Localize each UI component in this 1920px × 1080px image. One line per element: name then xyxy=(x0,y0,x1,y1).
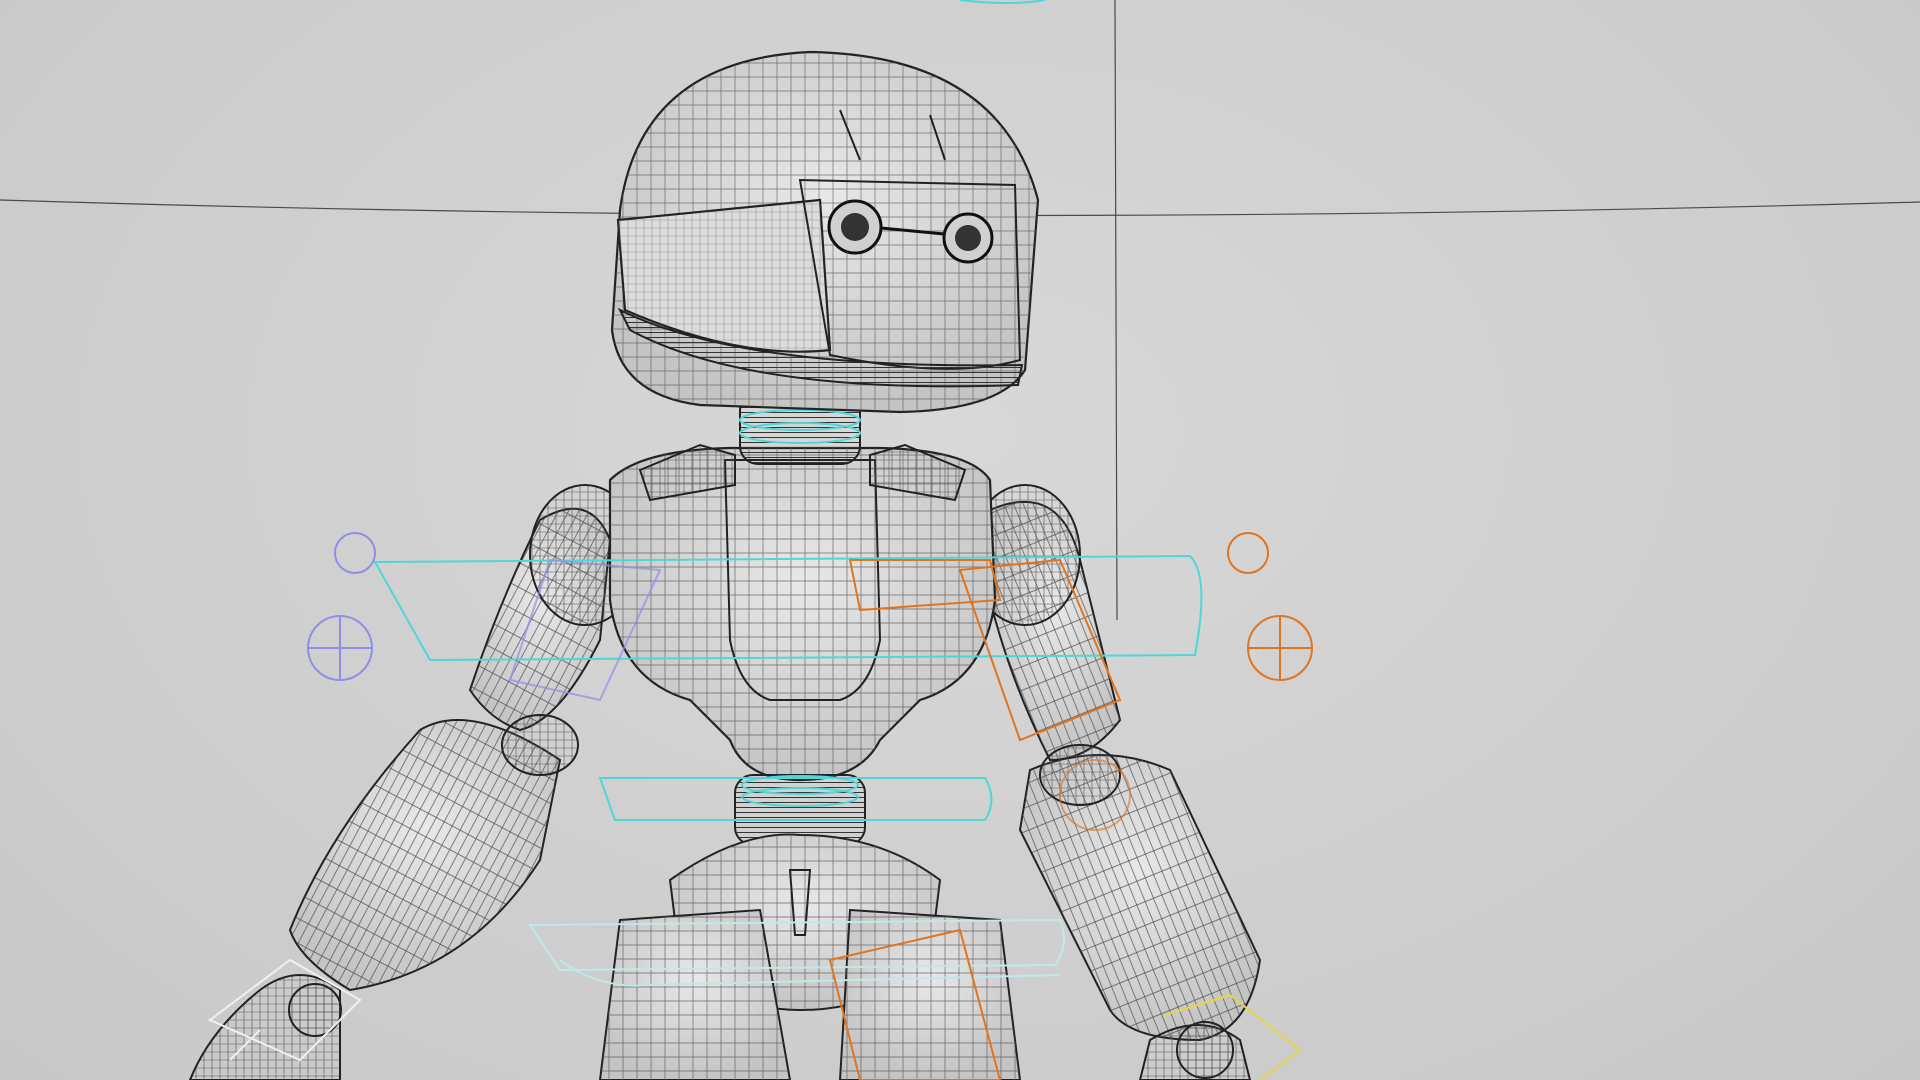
3d-viewport[interactable] xyxy=(0,0,1920,1080)
torso[interactable] xyxy=(608,443,997,782)
vertical-grid-line xyxy=(1114,0,1118,621)
right-elbow-joint xyxy=(1039,744,1121,806)
left-pole-vector-icon[interactable] xyxy=(307,615,373,681)
left-elbow-joint xyxy=(501,714,579,776)
right-pole-vector-icon[interactable] xyxy=(1247,615,1313,681)
right-shoulder-control-icon[interactable] xyxy=(1227,532,1269,574)
left-shoulder-control-icon[interactable] xyxy=(334,532,376,574)
right-eye xyxy=(942,212,994,264)
top-cyan-control-curve xyxy=(959,0,1046,4)
left-eye xyxy=(827,199,883,255)
viewport-scene[interactable] xyxy=(0,0,1920,1080)
robot-mesh[interactable] xyxy=(188,50,1262,1080)
robot-head[interactable] xyxy=(610,50,1040,414)
